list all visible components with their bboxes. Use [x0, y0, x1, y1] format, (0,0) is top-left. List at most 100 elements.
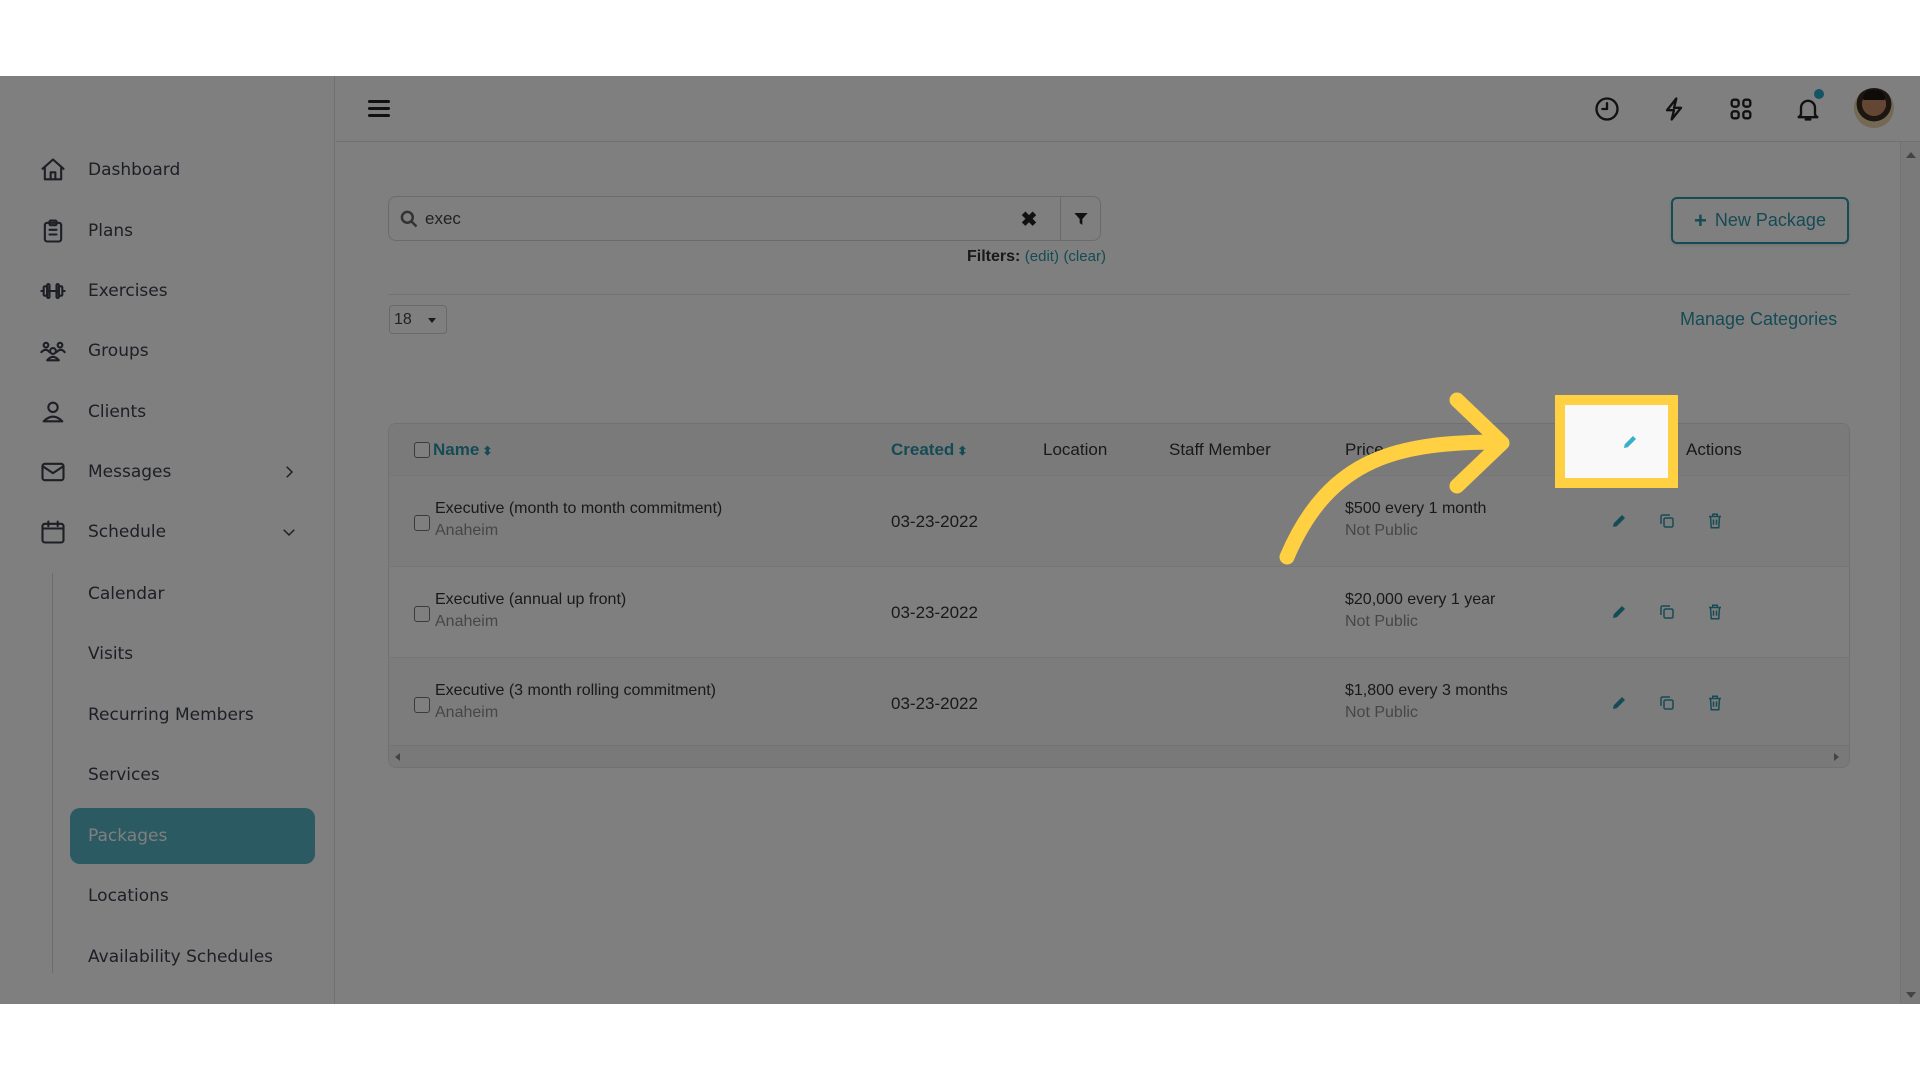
sidebar-item-label: Exercises: [88, 281, 168, 301]
delete-button[interactable]: [1704, 510, 1726, 532]
clock-icon[interactable]: [1591, 93, 1623, 125]
top-bar: [336, 76, 1920, 142]
user-icon: [38, 397, 68, 427]
delete-button[interactable]: [1704, 692, 1726, 714]
sort-icon: ⬍: [482, 444, 493, 458]
sidebar-item-label: Clients: [88, 402, 147, 422]
sidebar-item-dashboard[interactable]: Dashboard: [38, 150, 298, 190]
manage-categories-link[interactable]: Manage Categories: [1680, 309, 1837, 330]
search-icon: [399, 209, 419, 229]
duplicate-button[interactable]: [1656, 510, 1678, 532]
package-name[interactable]: Executive (3 month rolling commitment): [435, 682, 716, 700]
package-name[interactable]: Executive (month to month commitment): [435, 500, 722, 518]
submenu-rail: [52, 573, 53, 973]
row-checkbox[interactable]: [414, 606, 430, 622]
package-visibility: Not Public: [1345, 613, 1418, 630]
duplicate-button[interactable]: [1656, 601, 1678, 623]
sidebar-subitem-locations[interactable]: Locations: [70, 868, 315, 924]
select-all-checkbox[interactable]: [414, 442, 430, 458]
pencil-icon: [1624, 436, 1636, 448]
calendar-icon: [38, 517, 68, 547]
avatar[interactable]: [1854, 88, 1894, 128]
package-location: Anaheim: [435, 522, 499, 539]
sidebar-item-label: Schedule: [88, 522, 167, 542]
column-header-location: Location: [1043, 440, 1108, 459]
filter-icon: [1073, 212, 1088, 225]
filter-button[interactable]: [1060, 197, 1100, 240]
package-visibility: Not Public: [1345, 704, 1418, 721]
row-checkbox[interactable]: [414, 697, 430, 713]
filters-label: Filters:: [967, 248, 1021, 265]
apps-grid-icon[interactable]: [1725, 93, 1757, 125]
copy-icon: [1660, 696, 1674, 710]
scroll-down-icon[interactable]: [1906, 992, 1916, 998]
chevron-right-icon: [280, 463, 298, 481]
delete-button[interactable]: [1704, 601, 1726, 623]
pencil-icon: [1613, 606, 1625, 618]
search-bar: ✖: [388, 196, 1101, 241]
sidebar-subitem-calendar[interactable]: Calendar: [70, 566, 315, 622]
filters-line: Filters: (edit) (clear): [967, 248, 1106, 266]
sidebar: Dashboard Plans Exercises Groups Clients…: [0, 76, 335, 1004]
trash-icon: [1709, 695, 1721, 711]
scroll-up-icon[interactable]: [1906, 152, 1916, 158]
menu-icon[interactable]: [368, 98, 392, 118]
trash-icon: [1709, 513, 1721, 529]
column-header-price: Price: [1345, 440, 1384, 459]
lightning-icon[interactable]: [1658, 93, 1690, 125]
package-created: 03-23-2022: [891, 603, 978, 622]
dumbbell-icon: [38, 276, 68, 306]
sidebar-item-messages[interactable]: Messages: [38, 452, 298, 492]
scroll-right-icon[interactable]: [1834, 753, 1839, 761]
edit-button[interactable]: [1619, 431, 1641, 453]
package-visibility: Not Public: [1345, 522, 1418, 539]
package-price: $20,000 every 1 year: [1345, 591, 1496, 608]
per-page-select[interactable]: 18: [389, 305, 447, 334]
row-checkbox[interactable]: [414, 515, 430, 531]
column-header-created[interactable]: Created ⬍: [891, 440, 967, 460]
duplicate-button[interactable]: [1656, 692, 1678, 714]
package-created: 03-23-2022: [891, 512, 978, 531]
filters-edit-link[interactable]: (edit): [1025, 248, 1059, 265]
plus-icon: +: [1694, 207, 1707, 233]
copy-icon: [1660, 605, 1674, 619]
sidebar-item-groups[interactable]: Groups: [38, 331, 298, 371]
new-package-button[interactable]: + New Package: [1671, 197, 1849, 244]
users-icon: [38, 336, 68, 366]
sidebar-item-clients[interactable]: Clients: [38, 392, 298, 432]
edit-button[interactable]: [1608, 601, 1630, 623]
table-row: Executive (annual up front) Anaheim 03-2…: [389, 567, 1849, 658]
clear-search-button[interactable]: ✖: [1019, 209, 1039, 231]
horizontal-scrollbar[interactable]: [389, 745, 1849, 767]
sidebar-subitem-visits[interactable]: Visits: [70, 626, 315, 682]
new-package-label: New Package: [1714, 210, 1826, 230]
sidebar-subitem-availability-schedules[interactable]: Availability Schedules: [70, 929, 315, 985]
vertical-scrollbar[interactable]: [1900, 142, 1920, 1004]
table-row: Executive (3 month rolling commitment) A…: [389, 658, 1849, 749]
caret-down-icon: [428, 318, 436, 323]
home-icon: [38, 155, 68, 185]
filters-clear-link[interactable]: (clear): [1063, 248, 1106, 265]
duplicate-button[interactable]: [1666, 431, 1668, 453]
sidebar-item-exercises[interactable]: Exercises: [38, 271, 298, 311]
sidebar-item-label: Messages: [88, 462, 172, 482]
sidebar-subitem-recurring-members[interactable]: Recurring Members: [70, 687, 315, 743]
sidebar-item-plans[interactable]: Plans: [38, 211, 298, 251]
search-input[interactable]: [425, 205, 985, 233]
package-name[interactable]: Executive (annual up front): [435, 591, 626, 609]
sidebar-item-label: Dashboard: [88, 160, 181, 180]
edit-button[interactable]: [1608, 510, 1630, 532]
sidebar-item-schedule[interactable]: Schedule: [38, 512, 298, 552]
scroll-left-icon[interactable]: [395, 753, 400, 761]
sidebar-item-label: Plans: [88, 221, 134, 241]
sidebar-subitem-services[interactable]: Services: [70, 747, 315, 803]
package-location: Anaheim: [435, 704, 499, 721]
sidebar-subitem-packages[interactable]: Packages: [70, 808, 315, 864]
pencil-icon: [1613, 515, 1625, 527]
edit-button[interactable]: [1608, 692, 1630, 714]
package-price: $1,800 every 3 months: [1345, 682, 1508, 699]
sort-icon: ⬍: [957, 444, 968, 458]
bell-icon[interactable]: [1792, 89, 1824, 125]
column-header-name[interactable]: Name ⬍: [433, 440, 492, 460]
column-header-actions: Actions: [1686, 440, 1742, 459]
